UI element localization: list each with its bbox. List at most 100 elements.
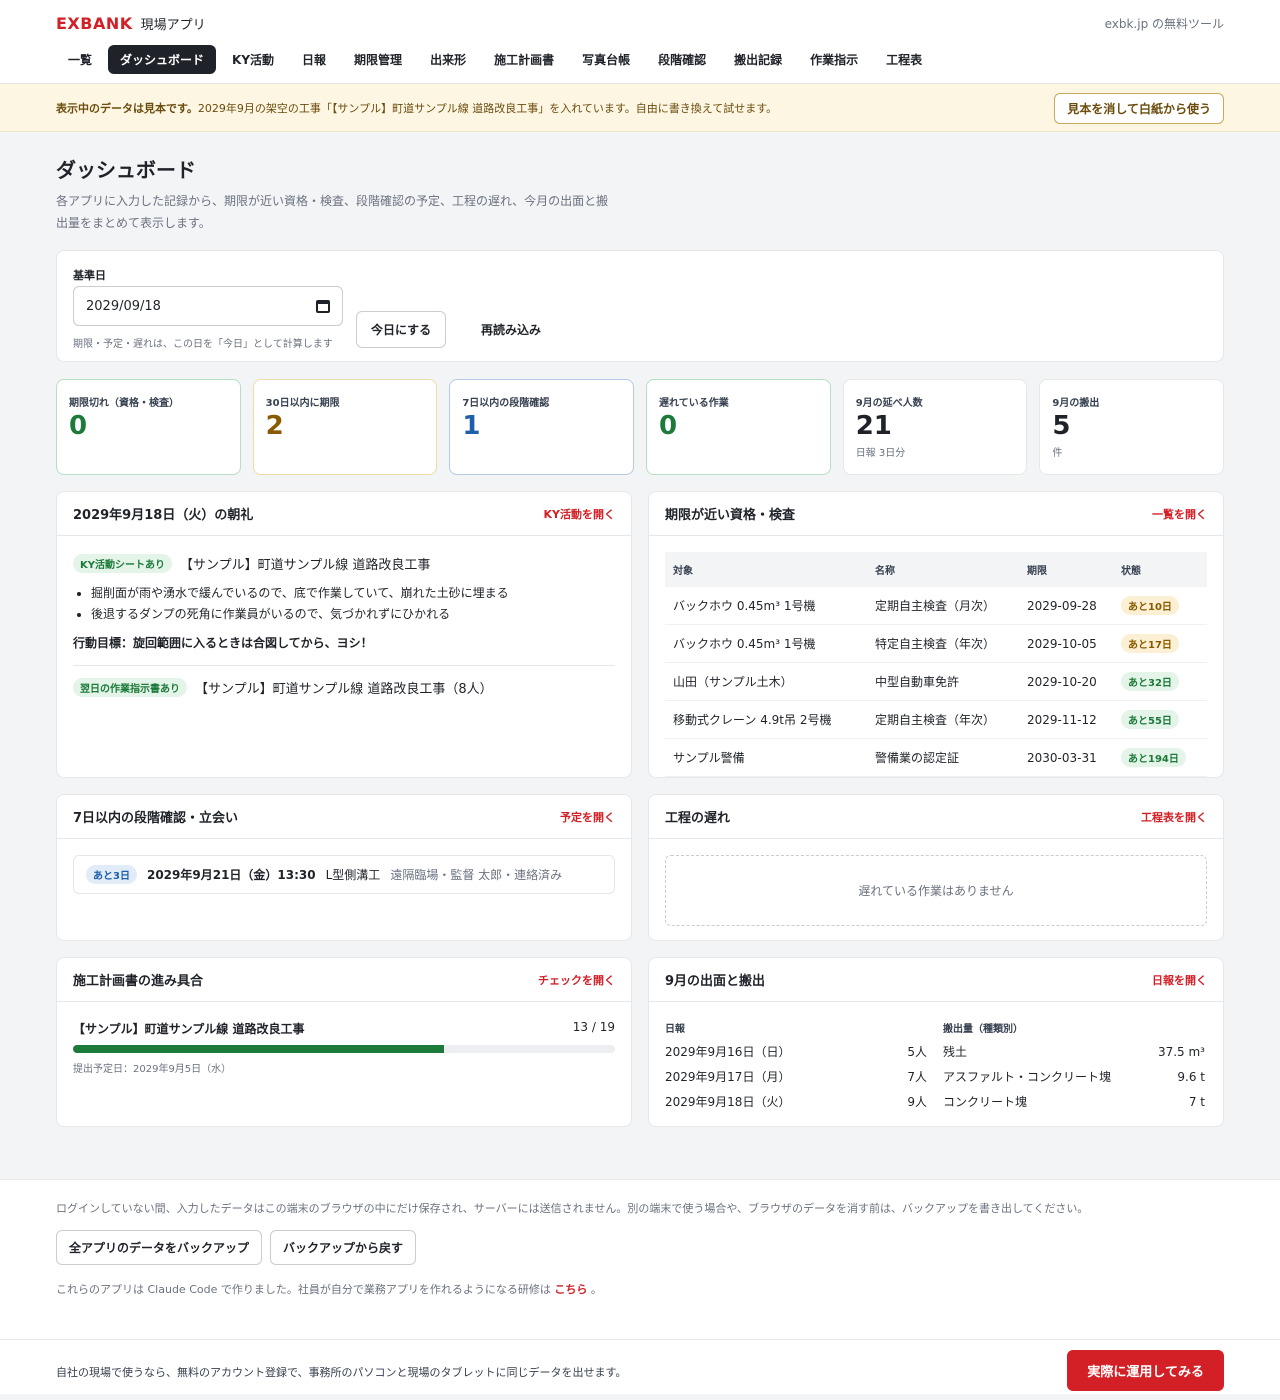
ky-sheet-tag: KY活動シートあり <box>73 554 172 574</box>
day-count: 9人 <box>907 1095 927 1110</box>
restore-backup-button[interactable]: バックアップから戻す <box>270 1230 417 1266</box>
hazard-item: 掘削面が雨や湧水で緩んでいるので、底で作業していて、崩れた土砂に埋まる <box>91 583 615 603</box>
open-ky-link[interactable]: KY活動を開く <box>544 506 616 522</box>
try-it-button[interactable]: 実際に運用してみる <box>1067 1350 1224 1392</box>
base-date-input[interactable]: 2029/09/18 <box>73 286 343 327</box>
morning-meeting-panel: 2029年9月18日（火）の朝礼 KY活動を開く KY活動シートあり 【サンプル… <box>56 491 632 779</box>
app-header: EXBANK 現場アプリ exbk.jp の無料ツール 一覧 ダッシュボード K… <box>0 0 1280 84</box>
calendar-icon[interactable] <box>316 299 330 313</box>
deadlines-table: 対象 名称 期限 状態 バックホウ 0.45m³ 1号機 定期自主検査（月次） … <box>665 552 1207 778</box>
table-row[interactable]: バックホウ 0.45m³ 1号機 定期自主検査（月次） 2029-09-28 あ… <box>665 587 1207 626</box>
table-header-row: 対象 名称 期限 状態 <box>665 552 1207 588</box>
nav-item-deadlines[interactable]: 期限管理 <box>342 45 414 74</box>
stat-label: 期限切れ（資格・検査） <box>69 398 179 410</box>
status-badge: あと32日 <box>1121 672 1179 692</box>
nav-item-daily-report[interactable]: 日報 <box>290 45 338 74</box>
hazard-item: 後退するダンプの死角に作業員がいるので、気づかれずにひかれる <box>91 604 615 624</box>
open-checklist-link[interactable]: チェックを開く <box>538 972 615 988</box>
monthly-columns: 日報 2029年9月16日（日） 5人 2029年9月17日（月） 7人 2029年… <box>665 1020 1207 1114</box>
cell-target: 移動式クレーン 4.9t吊 2号機 <box>665 700 867 740</box>
stat-label: 9月の搬出 <box>1052 398 1100 410</box>
hazard-list: 掘削面が雨や湧水で緩んでいるので、底で作業していて、崩れた土砂に埋まる 後退する… <box>91 583 615 624</box>
nav-item-ky[interactable]: KY活動 <box>220 45 286 74</box>
table-row[interactable]: 山田（サンプル土木） 中型自動車免許 2029-10-20 あと32日 <box>665 662 1207 702</box>
cell-status: あと55日 <box>1113 700 1207 740</box>
clear-sample-button[interactable]: 見本を消して白紙から使う <box>1054 93 1224 124</box>
cell-status: あと194日 <box>1113 738 1207 778</box>
stat-value: 1 <box>462 411 481 442</box>
nav-item-haul-record[interactable]: 搬出記録 <box>722 45 794 74</box>
stat-expired: 期限切れ（資格・検査） 0 <box>56 379 241 476</box>
stat-value: 5 <box>1052 411 1071 442</box>
day-date: 2029年9月17日（月） <box>665 1070 791 1085</box>
footer: ログインしていない間、入力したデータはこの端末のブラウザの中にだけ保存され、サー… <box>0 1179 1280 1395</box>
days-left-badge: あと3日 <box>86 865 137 885</box>
panel-header: 期限が近い資格・検査 一覧を開く <box>649 492 1223 537</box>
day-count: 5人 <box>907 1045 927 1060</box>
ky-sheet-line: KY活動シートあり 【サンプル】町道サンプル線 道路改良工事 <box>73 554 615 574</box>
monthly-panel: 9月の出面と搬出 日報を開く 日報 2029年9月16日（日） 5人 2029年9… <box>648 957 1224 1128</box>
progress-bar-fill <box>73 1045 444 1054</box>
nav-item-construction-plan[interactable]: 施工計画書 <box>482 45 566 74</box>
nav-item-schedule[interactable]: 工程表 <box>874 45 934 74</box>
haul-type: 残土 <box>943 1045 968 1060</box>
stat-sub: 日報 3日分 <box>855 448 906 460</box>
stat-step-check-7-days: 7日以内の段階確認 1 <box>449 379 635 476</box>
storage-note: ログインしていない間、入力したデータはこの端末のブラウザの中にだけ保存され、サー… <box>56 1202 1089 1216</box>
page-title: ダッシュボード <box>56 158 196 182</box>
open-schedule-link[interactable]: 予定を開く <box>560 809 615 825</box>
plan-count: 13 / 19 <box>572 1020 615 1035</box>
nav-item-dekigata[interactable]: 出来形 <box>418 45 478 74</box>
panel-title: 施工計画書の進み具合 <box>73 974 204 990</box>
nav-item-dashboard[interactable]: ダッシュボード <box>108 45 217 74</box>
stats-row: 期限切れ（資格・検査） 0 30日以内に期限 2 7日以内の段階確認 1 遅れて… <box>56 379 1225 476</box>
status-badge: あと55日 <box>1121 710 1179 730</box>
status-badge: あと10日 <box>1121 596 1179 616</box>
base-date-hint: 期限・予定・遅れは、この日を「今日」として計算します <box>73 339 333 351</box>
plan-progress-panel: 施工計画書の進み具合 チェックを開く 【サンプル】町道サンプル線 道路改良工事 … <box>56 957 632 1128</box>
open-deadlines-link[interactable]: 一覧を開く <box>1152 506 1207 522</box>
table-row[interactable]: サンプル警備 警備業の認定証 2030-03-31 あと194日 <box>665 738 1207 778</box>
list-item: コンクリート塊 7 t <box>943 1089 1205 1114</box>
banner-text: 表示中のデータは見本です。2029年9月の架空の工事「【サンプル】町道サンプル線… <box>56 100 777 116</box>
status-badge: あと194日 <box>1121 748 1186 768</box>
list-item: 2029年9月16日（日） 5人 <box>665 1039 927 1064</box>
table-row[interactable]: バックホウ 0.45m³ 1号機 特定自主検査（年次） 2029-10-05 あ… <box>665 624 1207 664</box>
list-item: アスファルト・コンクリート塊 9.6 t <box>943 1064 1205 1089</box>
column-label: 搬出量（種類別） <box>943 1024 1023 1036</box>
training-link[interactable]: こちら <box>554 1283 587 1296</box>
col-name: 名称 <box>867 552 1019 588</box>
stat-sub: 件 <box>1052 448 1063 460</box>
header-right-text[interactable]: exbk.jp の無料ツール <box>1105 15 1224 32</box>
delays-panel: 工程の遅れ 工程表を開く 遅れている作業はありません <box>648 794 1224 942</box>
step-date: 2029年9月21日（金）13:30 <box>146 868 316 883</box>
haul-column: 搬出量（種類別） 残土 37.5 m³ アスファルト・コンクリート塊 9.6 t コ… <box>943 1020 1205 1114</box>
nav-item-step-check[interactable]: 段階確認 <box>646 45 718 74</box>
base-date-label: 基準日 <box>73 269 106 283</box>
plan-due-date: 提出予定日：2029年9月5日（水） <box>73 1064 232 1076</box>
nav-item-photo-ledger[interactable]: 写真台帳 <box>570 45 642 74</box>
open-gantt-link[interactable]: 工程表を開く <box>1141 809 1207 825</box>
panel-body: KY活動シートあり 【サンプル】町道サンプル線 道路改良工事 掘削面が雨や湧水で… <box>57 536 631 713</box>
nav-item-work-order[interactable]: 作業指示 <box>798 45 870 74</box>
cell-date: 2029-11-12 <box>1019 700 1113 740</box>
day-count: 7人 <box>907 1070 927 1085</box>
next-work-order-text: 【サンプル】町道サンプル線 道路改良工事（8人） <box>195 681 493 697</box>
column-label: 日報 <box>665 1024 685 1036</box>
credit-text: これらのアプリは Claude Code で作りました。社員が自分で業務アプリを… <box>56 1281 1224 1297</box>
panel-body: あと3日 2029年9月21日（金）13:30 L型側溝工 遠隔臨場・監督 太郎… <box>57 839 631 910</box>
open-daily-report-link[interactable]: 日報を開く <box>1152 972 1207 988</box>
nav-item-list[interactable]: 一覧 <box>56 45 104 74</box>
cell-date: 2030-03-31 <box>1019 738 1113 778</box>
cell-name: 定期自主検査（年次） <box>867 700 1019 740</box>
panel-body: 遅れている作業はありません <box>649 839 1223 942</box>
brand[interactable]: EXBANK 現場アプリ <box>56 14 206 33</box>
set-today-button[interactable]: 今日にする <box>356 311 447 349</box>
step-check-item[interactable]: あと3日 2029年9月21日（金）13:30 L型側溝工 遠隔臨場・監督 太郎… <box>73 855 615 895</box>
main-content: ダッシュボード 各アプリに入力した記録から、期限が近い資格・検査、段階確認の予定… <box>0 154 1280 1128</box>
col-target: 対象 <box>665 552 867 588</box>
backup-all-button[interactable]: 全アプリのデータをバックアップ <box>56 1230 263 1266</box>
cell-status: あと32日 <box>1113 662 1207 702</box>
reload-button[interactable]: 再読み込み <box>469 312 553 347</box>
table-row[interactable]: 移動式クレーン 4.9t吊 2号機 定期自主検査（年次） 2029-11-12 … <box>665 700 1207 740</box>
